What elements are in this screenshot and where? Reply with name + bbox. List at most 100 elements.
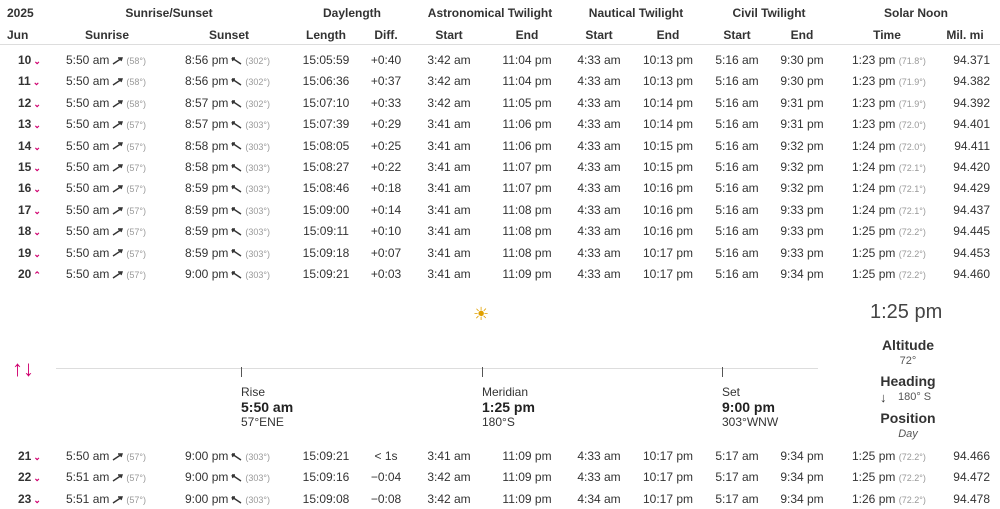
sunrise-arrow-icon (112, 99, 124, 108)
day-cell[interactable]: 19 ⌄ (18, 246, 41, 260)
naut-end-cell: 10:17 pm (642, 470, 694, 485)
naut-start-cell: 4:33 am (577, 181, 621, 196)
table-row: 10 ⌄ 5:50 am (58°) 8:56 pm (302°) 15:05:59 +0:4… (0, 49, 1000, 70)
civil-end-cell: 9:32 pm (780, 138, 824, 153)
day-cell[interactable]: 18 ⌄ (18, 224, 41, 238)
day-number: 16 (18, 181, 32, 196)
day-cell[interactable]: 12 ⌄ (18, 96, 41, 110)
astro-start-cell: 3:42 am (427, 53, 471, 67)
expand-chevron-icon[interactable]: ⌄ (33, 184, 41, 194)
sunrise-time: 5:50 am (66, 245, 110, 260)
day-cell[interactable]: 10 ⌄ (18, 53, 41, 67)
civil-start-cell: 5:16 am (715, 202, 759, 217)
column-header-row: Jun Sunrise Sunset Length Diff. Start En… (0, 22, 1000, 45)
sunrise-arrow-icon (112, 206, 124, 215)
naut-start-cell: 4:33 am (577, 267, 621, 281)
sunset-azimuth: (303°) (245, 248, 270, 259)
rise-label: Rise (241, 385, 266, 399)
group-daylength: Daylength (322, 6, 382, 20)
day-cell[interactable]: 16 ⌄ (18, 181, 41, 195)
expand-chevron-icon[interactable]: ⌄ (33, 206, 41, 216)
naut-start-cell: 4:33 am (577, 245, 621, 260)
diff-cell: +0:07 (370, 245, 402, 260)
noon-cell: 1:25 pm (72.2°) (852, 470, 926, 484)
expand-chevron-icon[interactable]: ⌄ (33, 142, 41, 152)
sunrise-time: 5:50 am (66, 117, 110, 132)
day-cell[interactable]: 20 ⌃ (18, 267, 41, 281)
sunrise-azimuth: (57°) (126, 184, 146, 195)
day-number: 12 (18, 95, 32, 110)
sunrise-arrow-icon (112, 142, 124, 151)
diff-cell: −0:04 (370, 470, 402, 485)
expand-chevron-icon[interactable]: ⌄ (33, 473, 41, 483)
sunset-time: 9:00 pm (185, 491, 229, 506)
day-detail-panel: ↑↓ ☀ Rise 5:50 am 57°ENE Meridian 1:25 p… (0, 286, 1000, 444)
noon-time: 1:23 pm (852, 95, 896, 110)
diff-cell: +0:03 (370, 267, 402, 281)
expand-chevron-icon[interactable]: ⌄ (33, 120, 41, 130)
sunset-time: 9:00 pm (185, 267, 229, 281)
distance-cell: 94.401 (953, 117, 990, 132)
astro-end-cell: 11:08 pm (502, 224, 552, 239)
naut-end-cell: 10:17 pm (642, 449, 694, 463)
sunrise-cell: 5:50 am (58°) (66, 53, 146, 67)
sunset-time: 8:56 pm (185, 74, 229, 89)
sunset-arrow-icon (231, 164, 242, 172)
sunrise-cell: 5:50 am (58°) (66, 74, 146, 88)
day-cell[interactable]: 22 ⌄ (18, 470, 41, 484)
day-cell[interactable]: 14 ⌄ (18, 139, 41, 153)
day-number: 13 (18, 117, 32, 132)
diff-cell: +0:14 (370, 202, 402, 217)
sunrise-azimuth: (58°) (126, 98, 146, 109)
day-cell[interactable]: 11 ⌄ (18, 74, 40, 88)
expand-chevron-icon[interactable]: ⌄ (33, 56, 41, 66)
distance-cell: 94.437 (953, 202, 990, 217)
distance-cell: 94.460 (953, 267, 990, 281)
expand-chevron-icon[interactable]: ⌄ (33, 99, 41, 109)
day-cell[interactable]: 23 ⌄ (18, 492, 41, 506)
group-civil: Civil Twilight (732, 6, 806, 20)
sunrise-azimuth: (57°) (126, 473, 146, 484)
naut-end-cell: 10:17 pm (642, 267, 694, 281)
sunrise-azimuth: (57°) (126, 141, 146, 152)
noon-time: 1:24 pm (852, 138, 896, 153)
sunrise-time: 5:50 am (66, 160, 110, 174)
expand-chevron-icon[interactable]: ⌄ (33, 163, 41, 173)
sunrise-time: 5:50 am (66, 95, 110, 110)
astro-end-cell: 11:08 pm (502, 245, 552, 260)
sunset-azimuth: (303°) (245, 205, 270, 216)
sunset-time: 9:00 pm (185, 449, 229, 463)
col-diff: Diff. (374, 28, 398, 42)
sunrise-azimuth: (57°) (126, 120, 146, 131)
distance-cell: 94.371 (953, 53, 990, 67)
day-cell[interactable]: 21 ⌄ (18, 449, 41, 463)
naut-end-cell: 10:16 pm (642, 181, 694, 196)
daylength-cell: 15:08:05 (302, 138, 350, 153)
sunrise-cell: 5:50 am (57°) (66, 224, 146, 238)
noon-cell: 1:24 pm (72.0°) (852, 139, 926, 153)
group-astronomical: Astronomical Twilight (427, 6, 553, 20)
diff-cell: +0:10 (370, 224, 402, 239)
civil-end-cell: 9:34 pm (780, 267, 824, 281)
sunset-cell: 9:00 pm (303°) (185, 267, 270, 281)
day-cell[interactable]: 15 ⌄ (18, 160, 41, 174)
day-number: 11 (18, 74, 31, 89)
naut-start-cell: 4:33 am (577, 138, 621, 153)
swap-icon[interactable]: ↑↓ (12, 356, 34, 382)
meridian-time: 1:25 pm (482, 399, 535, 415)
expand-chevron-icon[interactable]: ⌄ (33, 452, 41, 462)
day-cell[interactable]: 13 ⌄ (18, 117, 41, 131)
expand-chevron-icon[interactable]: ⌄ (33, 227, 41, 237)
daylength-cell: 15:09:21 (302, 449, 350, 463)
expand-chevron-icon[interactable]: ⌄ (33, 495, 41, 505)
expand-chevron-icon[interactable]: ⌃ (33, 270, 41, 280)
sunset-arrow-icon (231, 121, 242, 129)
day-cell[interactable]: 17 ⌄ (18, 203, 41, 217)
expand-chevron-icon[interactable]: ⌄ (33, 249, 41, 259)
astro-end-cell: 11:09 pm (502, 470, 552, 485)
sunrise-azimuth: (58°) (126, 77, 146, 88)
expand-chevron-icon[interactable]: ⌄ (33, 77, 41, 87)
daylength-cell: 15:09:00 (302, 202, 350, 217)
col-naut-start: Start (585, 28, 613, 42)
heading-value: 180° S (898, 391, 932, 403)
